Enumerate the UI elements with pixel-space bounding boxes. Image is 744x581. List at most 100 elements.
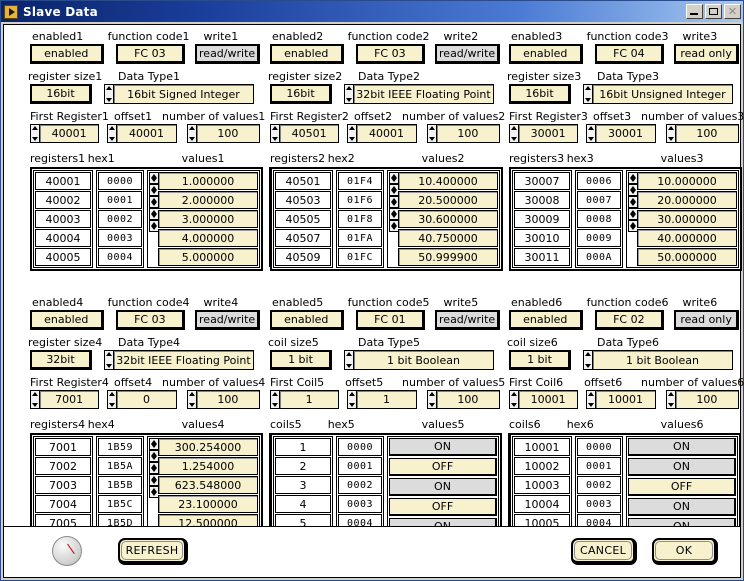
table-row-value-spinner[interactable]	[149, 184, 158, 196]
first-register-input-1-spinner[interactable]	[30, 124, 39, 143]
table-row-boolean-toggle[interactable]: ON	[628, 498, 736, 516]
number-of-values-input-3-spinner[interactable]	[665, 124, 675, 143]
data-type-spinner-3[interactable]	[583, 84, 592, 104]
offset-input-6[interactable]: 10001	[595, 390, 656, 409]
table-row-boolean-toggle[interactable]: ON	[628, 438, 736, 456]
table-row-value[interactable]: 20.500000	[398, 191, 498, 209]
first-register-input-4[interactable]: 7001	[39, 390, 100, 409]
table-row-value-spinner[interactable]	[149, 462, 158, 474]
table-row-value[interactable]: 30.000000	[637, 210, 737, 228]
first-register-input-2[interactable]: 40501	[279, 124, 340, 143]
offset-input-1-spinner[interactable]	[107, 124, 117, 143]
first-register-input-2-spinner[interactable]	[270, 124, 279, 143]
write-mode-toggle-4[interactable]: read/write	[195, 310, 260, 330]
enabled-toggle-2[interactable]: enabled	[270, 44, 344, 64]
table-row-boolean-toggle[interactable]: OFF	[389, 498, 497, 516]
data-type-select-2[interactable]: 32bit IEEE Floating Point	[353, 84, 494, 104]
data-type-spinner-6[interactable]	[583, 350, 592, 370]
cancel-button[interactable]: CANCEL	[571, 538, 637, 565]
table-row-value[interactable]: 2.000000	[158, 191, 258, 209]
first-register-input-3-spinner[interactable]	[509, 124, 518, 143]
function-code-select-1[interactable]: FC 03	[115, 44, 186, 64]
enabled-toggle-1[interactable]: enabled	[30, 44, 104, 64]
table-row-value[interactable]: 20.000000	[637, 191, 737, 209]
table-row-value[interactable]: 4.000000	[158, 229, 258, 247]
first-register-input-6-spinner[interactable]	[509, 390, 518, 409]
offset-input-3-spinner[interactable]	[586, 124, 596, 143]
table-row-value[interactable]: 3.000000	[158, 210, 258, 228]
table-row-value[interactable]: 50.000000	[637, 248, 737, 266]
register-size-select-3[interactable]: 16bit	[509, 84, 571, 104]
enabled-toggle-6[interactable]: enabled	[509, 310, 583, 330]
table-row-value[interactable]: 300.254000	[158, 438, 258, 456]
table-row-value-spinner[interactable]	[389, 172, 398, 184]
data-type-select-3[interactable]: 16bit Unsigned Integer	[592, 84, 733, 104]
table-row-value[interactable]: 623.548000	[158, 476, 258, 494]
offset-input-1[interactable]: 40001	[116, 124, 177, 143]
table-row-boolean-toggle[interactable]: OFF	[389, 458, 497, 476]
table-row-boolean-toggle[interactable]: ON	[389, 478, 497, 496]
close-icon[interactable]: ✕	[724, 4, 741, 19]
table-row-value-spinner[interactable]	[149, 196, 158, 208]
enabled-toggle-4[interactable]: enabled	[30, 310, 104, 330]
data-type-select-4[interactable]: 32bit IEEE Floating Point	[113, 350, 254, 370]
first-register-input-5[interactable]: 1	[279, 390, 340, 409]
register-size-select-5[interactable]: 1 bit	[270, 350, 332, 370]
number-of-values-input-5-spinner[interactable]	[426, 390, 436, 409]
number-of-values-input-2[interactable]: 100	[435, 124, 500, 143]
table-row-value[interactable]: 1.254000	[158, 457, 258, 475]
table-row-value[interactable]: 50.999900	[398, 248, 498, 266]
table-row-value-spinner[interactable]	[628, 220, 637, 232]
table-row-value-spinner[interactable]	[628, 208, 637, 220]
table-row-value-spinner[interactable]	[628, 184, 637, 196]
table-row-value[interactable]: 10.400000	[398, 172, 498, 190]
data-type-select-6[interactable]: 1 bit Boolean	[592, 350, 733, 370]
number-of-values-input-1[interactable]: 100	[195, 124, 260, 143]
number-of-values-input-5[interactable]: 100	[435, 390, 500, 409]
write-mode-toggle-2[interactable]: read/write	[435, 44, 500, 64]
number-of-values-input-4[interactable]: 100	[195, 390, 260, 409]
table-row-value-spinner[interactable]	[149, 220, 158, 232]
offset-input-5[interactable]: 1	[356, 390, 417, 409]
write-mode-toggle-3[interactable]: read only	[674, 44, 739, 64]
table-row-value[interactable]: 1.000000	[158, 172, 258, 190]
offset-input-3[interactable]: 30001	[595, 124, 656, 143]
table-row-boolean-toggle[interactable]: ON	[628, 458, 736, 476]
first-register-input-4-spinner[interactable]	[30, 390, 39, 409]
write-mode-toggle-1[interactable]: read/write	[195, 44, 260, 64]
register-size-select-2[interactable]: 16bit	[270, 84, 332, 104]
table-row-value[interactable]: 40.750000	[398, 229, 498, 247]
enabled-toggle-3[interactable]: enabled	[509, 44, 583, 64]
offset-input-4[interactable]: 0	[116, 390, 177, 409]
offset-input-5-spinner[interactable]	[347, 390, 357, 409]
table-row-value-spinner[interactable]	[389, 184, 398, 196]
table-row-value-spinner[interactable]	[149, 474, 158, 486]
write-mode-toggle-5[interactable]: read/write	[435, 310, 500, 330]
function-code-select-4[interactable]: FC 03	[115, 310, 186, 330]
table-row-value-spinner[interactable]	[149, 172, 158, 184]
first-register-input-1[interactable]: 40001	[39, 124, 100, 143]
data-type-spinner-1[interactable]	[104, 84, 113, 104]
first-register-input-5-spinner[interactable]	[270, 390, 279, 409]
table-row-value[interactable]: 23.100000	[158, 495, 258, 513]
offset-input-2-spinner[interactable]	[347, 124, 357, 143]
enabled-toggle-5[interactable]: enabled	[270, 310, 344, 330]
number-of-values-input-4-spinner[interactable]	[186, 390, 196, 409]
table-row-value-spinner[interactable]	[628, 172, 637, 184]
offset-input-6-spinner[interactable]	[586, 390, 596, 409]
number-of-values-input-3[interactable]: 100	[674, 124, 739, 143]
offset-input-2[interactable]: 40001	[356, 124, 417, 143]
table-row-value-spinner[interactable]	[389, 220, 398, 232]
data-type-spinner-2[interactable]	[344, 84, 353, 104]
number-of-values-input-6[interactable]: 100	[674, 390, 739, 409]
first-register-input-6[interactable]: 10001	[518, 390, 579, 409]
first-register-input-3[interactable]: 30001	[518, 124, 579, 143]
offset-input-4-spinner[interactable]	[107, 390, 117, 409]
function-code-select-5[interactable]: FC 01	[355, 310, 426, 330]
ok-button[interactable]: OK	[652, 538, 718, 565]
table-row-value-spinner[interactable]	[149, 438, 158, 450]
data-type-spinner-4[interactable]	[104, 350, 113, 370]
minimize-button[interactable]	[686, 4, 703, 19]
table-row-value-spinner[interactable]	[389, 208, 398, 220]
register-size-select-4[interactable]: 32bit	[30, 350, 92, 370]
